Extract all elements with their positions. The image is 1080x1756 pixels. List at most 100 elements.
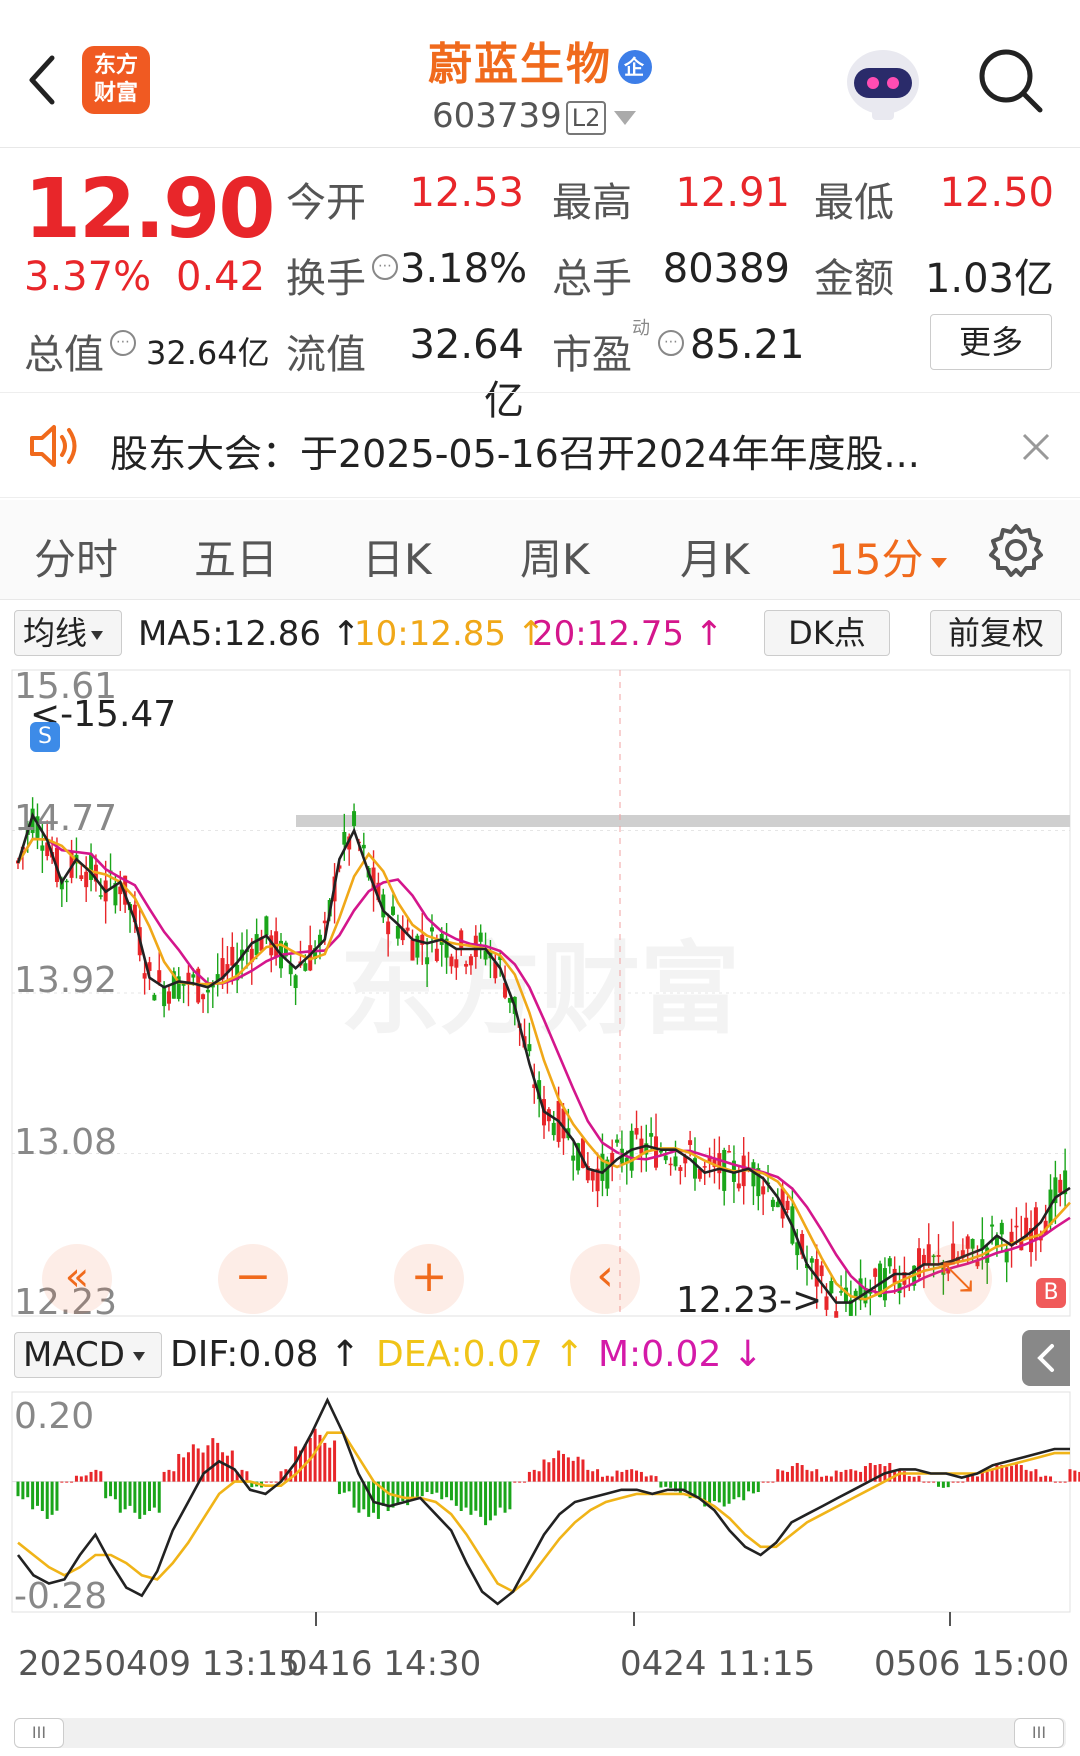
- macd-histogram-bar: [956, 1481, 960, 1483]
- macd-histogram-bar: [824, 1475, 828, 1482]
- fullscreen-button[interactable]: ⤡: [922, 1244, 992, 1314]
- gear-icon[interactable]: [988, 522, 1044, 578]
- candle-body: [449, 956, 454, 967]
- macd-histogram-bar: [625, 1469, 629, 1482]
- macd-histogram-bar: [557, 1450, 561, 1482]
- macd-histogram-bar: [635, 1470, 639, 1482]
- adjust-button[interactable]: 前复权: [930, 610, 1062, 656]
- macd-histogram-bar: [859, 1471, 863, 1482]
- macd-y-tick: -0.28: [14, 1576, 108, 1617]
- ma-selector[interactable]: 均线: [14, 610, 122, 656]
- candle-body: [873, 1268, 878, 1277]
- y-tick-label: 13.92: [14, 960, 118, 1001]
- scroll-left-button[interactable]: ‹: [570, 1244, 640, 1314]
- macd-histogram-bar: [1005, 1467, 1009, 1482]
- candle-body: [64, 880, 69, 883]
- tab-five-day[interactable]: 五日: [194, 526, 278, 587]
- macd-histogram-bar: [123, 1481, 127, 1510]
- macd-histogram-bar: [742, 1481, 746, 1501]
- macd-histogram-bar: [138, 1481, 142, 1519]
- macd-histogram-bar: [941, 1481, 945, 1488]
- macd-histogram-bar: [328, 1447, 332, 1482]
- macd-histogram-bar: [946, 1481, 950, 1488]
- candle-body: [615, 1139, 620, 1143]
- macd-histogram-bar: [1044, 1475, 1048, 1482]
- candle-body: [571, 1155, 576, 1161]
- tab-daily-k[interactable]: 日K: [362, 526, 432, 587]
- macd-histogram-bar: [854, 1470, 858, 1482]
- scrollbar-handle-right[interactable]: III: [1014, 1718, 1064, 1748]
- macd-histogram-bar: [1039, 1476, 1043, 1482]
- info-icon[interactable]: ⋯: [110, 330, 136, 356]
- macd-histogram-bar: [357, 1481, 361, 1513]
- macd-histogram-bar: [211, 1438, 215, 1482]
- macd-histogram-bar: [805, 1469, 809, 1482]
- macd-histogram-bar: [868, 1462, 872, 1482]
- candle-body: [142, 973, 147, 979]
- search-icon[interactable]: [976, 46, 1046, 116]
- candle-body: [770, 1199, 775, 1207]
- macd-histogram-bar: [60, 1481, 64, 1483]
- macd-histogram-bar: [566, 1457, 570, 1482]
- macd-histogram-bar: [162, 1471, 166, 1482]
- macd-histogram-bar: [644, 1476, 648, 1482]
- app-screen: { "header": { "stock_name": "蔚蓝生物", "ent…: [0, 0, 1080, 1756]
- scroll-to-start-button[interactable]: «: [42, 1244, 112, 1314]
- candle-body: [415, 935, 420, 958]
- candle-body: [293, 975, 298, 989]
- more-button[interactable]: 更多: [930, 314, 1052, 370]
- candle-body: [40, 845, 45, 851]
- indicator-selector[interactable]: MACD: [14, 1332, 162, 1378]
- turnover-value: 3.18%: [400, 246, 528, 292]
- candle-body: [405, 927, 410, 931]
- macd-histogram-bar: [396, 1481, 400, 1504]
- macd-histogram-bar: [177, 1453, 181, 1482]
- macd-histogram-bar: [985, 1471, 989, 1482]
- macd-histogram-bar: [751, 1481, 755, 1494]
- kline-chart[interactable]: 东方财富 15.61 14.77 13.92 13.08 12.23 <-15.…: [0, 664, 1080, 1324]
- macd-histogram-bar: [878, 1464, 882, 1482]
- stock-code[interactable]: 603739 L2: [432, 96, 637, 136]
- macd-chart[interactable]: 0.20 -0.28: [0, 1386, 1080, 1626]
- volume-label: 总手: [552, 256, 632, 302]
- macd-histogram-bar: [1058, 1481, 1062, 1483]
- macd-histogram-bar: [961, 1481, 965, 1483]
- macd-histogram-bar: [727, 1481, 731, 1504]
- candle-body: [464, 964, 469, 967]
- ma20-line: [16, 837, 1071, 1295]
- collapse-panel-button[interactable]: [1022, 1330, 1070, 1386]
- macd-histogram-bar: [659, 1481, 663, 1488]
- macd-histogram-bar: [230, 1450, 234, 1482]
- macd-histogram-bar: [182, 1457, 186, 1482]
- tab-intraday[interactable]: 分时: [34, 526, 118, 587]
- announcement-bar[interactable]: 股东大会：于2025-05-16召开2024年年度股...: [0, 392, 1080, 498]
- macd-histogram-bar: [552, 1458, 556, 1482]
- y-tick-label: 13.08: [14, 1122, 118, 1163]
- macd-histogram-bar: [834, 1470, 838, 1482]
- scrollbar-handle-left[interactable]: III: [14, 1718, 64, 1748]
- macd-histogram-bar: [191, 1444, 195, 1482]
- time-axis: 20250409 13:15 0416 14:30 0424 11:15 050…: [0, 1640, 1080, 1696]
- macd-histogram-bar: [225, 1455, 229, 1482]
- macd-histogram-bar: [732, 1481, 736, 1500]
- chart-scrollbar[interactable]: III III: [14, 1718, 1066, 1748]
- macd-histogram-bar: [717, 1481, 721, 1503]
- info-icon[interactable]: ⋯: [658, 330, 684, 356]
- macd-histogram-bar: [415, 1481, 419, 1499]
- macd-histogram-bar: [990, 1469, 994, 1482]
- candle-body: [157, 970, 162, 983]
- high-value: 12.91: [675, 170, 790, 216]
- robot-assistant-icon[interactable]: [842, 42, 924, 124]
- tab-15min[interactable]: 15分: [828, 526, 948, 587]
- dk-point-button[interactable]: DK点: [764, 610, 890, 656]
- high-label: 最高: [552, 180, 632, 226]
- last-price: 12.90: [24, 162, 275, 257]
- tab-weekly-k[interactable]: 周K: [520, 526, 590, 587]
- info-icon[interactable]: ⋯: [372, 254, 398, 280]
- tab-monthly-k[interactable]: 月K: [680, 526, 750, 587]
- zoom-in-button[interactable]: +: [394, 1244, 464, 1314]
- macd-histogram-bar: [820, 1476, 824, 1482]
- chevron-down-icon: [614, 110, 637, 125]
- zoom-out-button[interactable]: −: [218, 1244, 288, 1314]
- close-icon[interactable]: [1016, 427, 1056, 467]
